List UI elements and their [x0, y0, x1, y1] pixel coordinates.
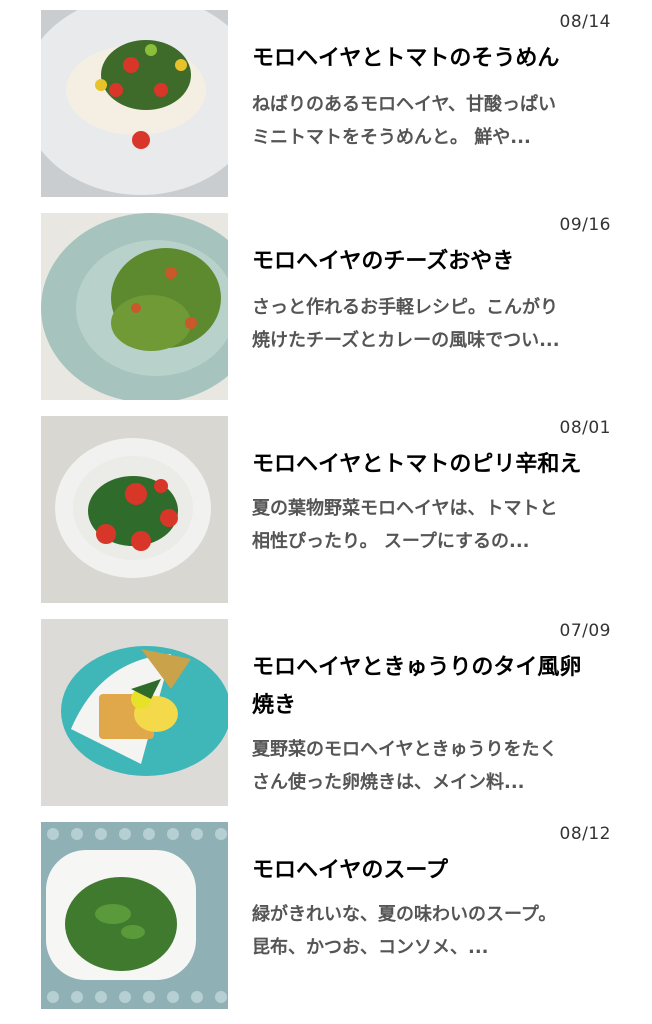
- article-thumbnail[interactable]: [41, 416, 228, 603]
- somen-photo: [41, 10, 228, 197]
- article-date: 09/16: [559, 215, 611, 235]
- article-title-line: モロヘイヤときゅうりのタイ風卵: [252, 655, 582, 680]
- article-description-line: さっと作れるお手軽レシピ。こんがり: [252, 297, 558, 318]
- article-description-line: 焼けたチーズとカレーの風味でつい...: [252, 330, 560, 351]
- article-title[interactable]: モロヘイヤのチーズおやき: [252, 243, 612, 281]
- article-description-line: 夏野菜のモロヘイヤときゅうりをたく: [252, 739, 558, 760]
- pirikara-photo: [41, 416, 228, 603]
- article-thumbnail[interactable]: [41, 619, 228, 806]
- article-thumbnail[interactable]: [41, 10, 228, 197]
- article-description-line: 緑がきれいな、夏の味わいのスープ。: [252, 904, 557, 925]
- article-description-line: ねばりのあるモロヘイヤ、甘酸っぱい: [252, 94, 557, 115]
- tamagoyaki-photo: [41, 619, 228, 806]
- article-date: 08/14: [559, 12, 611, 32]
- article-thumbnail[interactable]: [41, 822, 228, 1009]
- article-title[interactable]: モロヘイヤときゅうりのタイ風卵 焼き: [252, 649, 612, 725]
- article-title[interactable]: モロヘイヤとトマトのそうめん: [252, 40, 612, 78]
- article-title[interactable]: モロヘイヤとトマトのピリ辛和え: [252, 446, 612, 484]
- article-description-line: 夏の葉物野菜モロヘイヤは、トマトと: [252, 498, 558, 519]
- article-title-line: 焼き: [252, 693, 297, 718]
- article-date: 07/09: [559, 621, 611, 641]
- article-card[interactable]: 07/09 モロヘイヤときゅうりのタイ風卵 焼き 夏野菜のモロヘイヤときゅうりを…: [0, 619, 652, 814]
- article-description-line: ミニトマトをそうめんと。 鮮や...: [252, 127, 531, 148]
- soup-photo: [41, 822, 228, 1009]
- article-description-line: 相性ぴったり。 スープにするの...: [252, 531, 530, 552]
- article-thumbnail[interactable]: [41, 213, 228, 400]
- oyaki-photo: [41, 213, 228, 400]
- article-card[interactable]: 08/12 モロヘイヤのスープ 緑がきれいな、夏の味わいのスープ。 昆布、かつお…: [0, 822, 652, 1012]
- article-card[interactable]: 08/14 モロヘイヤとトマトのそうめん ねばりのあるモロヘイヤ、甘酸っぱい ミ…: [0, 10, 652, 200]
- article-description-line: さん使った卵焼きは、メイン料...: [252, 772, 525, 793]
- article-card[interactable]: 09/16 モロヘイヤのチーズおやき さっと作れるお手軽レシピ。こんがり 焼けた…: [0, 213, 652, 403]
- article-date: 08/12: [559, 824, 611, 844]
- article-title[interactable]: モロヘイヤのスープ: [252, 852, 612, 890]
- article-description-line: 昆布、かつお、コンソメ、...: [252, 937, 489, 958]
- article-card[interactable]: 08/01 モロヘイヤとトマトのピリ辛和え 夏の葉物野菜モロヘイヤは、トマトと …: [0, 416, 652, 606]
- article-date: 08/01: [559, 418, 611, 438]
